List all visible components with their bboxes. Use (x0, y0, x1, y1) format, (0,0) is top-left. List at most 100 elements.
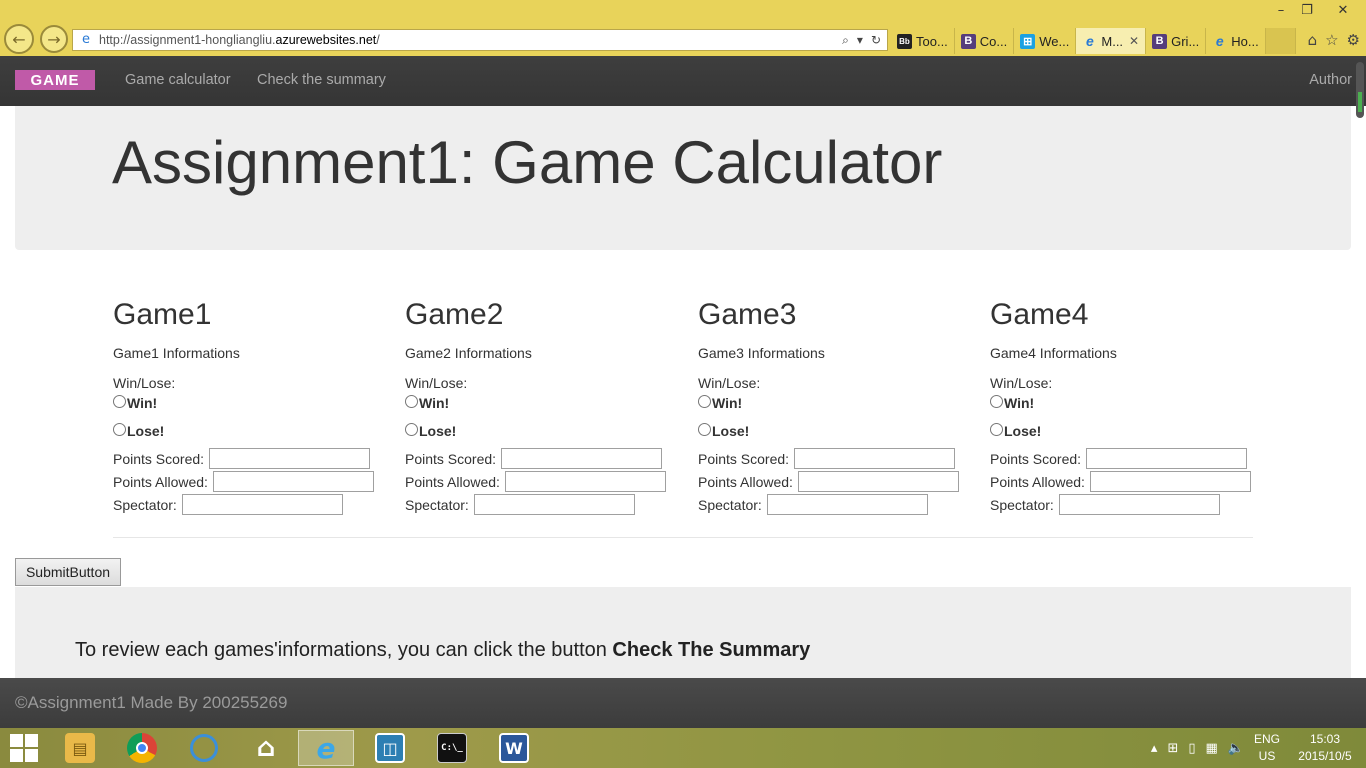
points-allowed-label: Points Allowed: (405, 473, 500, 490)
settings-gear-icon[interactable]: ⚙ (1347, 31, 1360, 49)
submit-button[interactable]: SubmitButton (15, 558, 121, 586)
browser-tab[interactable]: Bb Too... (891, 28, 955, 54)
points-allowed-input[interactable] (1089, 471, 1251, 492)
tab-close-icon[interactable]: ✕ (1129, 34, 1139, 48)
points-scored-input[interactable] (501, 448, 663, 469)
review-text-body: To review each games'informations, you c… (75, 639, 613, 661)
points-allowed-label: Points Allowed: (990, 473, 1085, 490)
win-lose-label: Win/Lose: (698, 375, 761, 391)
scrollbar-grip (1358, 92, 1362, 112)
file-explorer-taskbar-icon[interactable]: ▤ (52, 730, 108, 766)
chrome-taskbar-icon[interactable] (114, 730, 170, 766)
win-lose-label: Win/Lose: (113, 375, 176, 391)
language-indicator[interactable]: ENG US (1254, 731, 1280, 765)
home-taskbar-icon[interactable]: ⌂ (238, 730, 294, 766)
win-radio[interactable] (698, 394, 711, 408)
tab-label: Gri... (1171, 33, 1200, 49)
new-tab-button[interactable] (1265, 28, 1296, 54)
win-radio[interactable] (990, 394, 1003, 408)
game-title: Game1 (113, 298, 212, 331)
back-button[interactable]: ← (4, 24, 34, 54)
restore-button[interactable]: ❐ (1294, 0, 1320, 20)
windows-tab-icon: ⊞ (1020, 33, 1036, 49)
jumbotron: Assignment1: Game Calculator (15, 106, 1351, 250)
points-allowed-input[interactable] (797, 471, 959, 492)
taskbar-clock[interactable]: 15:03 2015/10/5 (1290, 731, 1360, 765)
win-radio[interactable] (113, 394, 126, 408)
win-label: Win! (1004, 395, 1035, 411)
tray-volume-icon[interactable]: 🔈 (1228, 741, 1244, 756)
ie-tab-icon: e (1085, 33, 1094, 49)
close-window-button[interactable]: ✕ (1320, 0, 1366, 20)
lose-label: Lose! (127, 423, 165, 439)
browser-tab[interactable]: e Ho... (1206, 28, 1266, 54)
url-prefix: http://assignment1-hongliangliu. (99, 33, 276, 47)
dropdown-icon[interactable]: ▾ (857, 33, 863, 48)
tray-network-icon[interactable]: ▦ (1206, 741, 1218, 756)
spectator-input[interactable] (1058, 494, 1220, 515)
game-title: Game3 (698, 298, 797, 331)
spectator-label: Spectator: (698, 496, 762, 513)
nav-link-game-calculator[interactable]: Game calculator (125, 72, 231, 88)
points-scored-label: Points Scored: (698, 450, 790, 467)
nav-link-author[interactable]: Author (1309, 72, 1352, 88)
game-info: Game1 Informations (113, 345, 240, 361)
win-label: Win! (419, 395, 450, 411)
minimize-button[interactable]: – (1268, 0, 1294, 20)
game-info: Game4 Informations (990, 345, 1117, 361)
review-panel: To review each games'informations, you c… (15, 587, 1351, 678)
lose-radio[interactable] (405, 422, 418, 436)
site-footer: ©Assignment1 Made By 200255269 (0, 678, 1366, 728)
tray-device-icon[interactable]: ▯ (1188, 741, 1195, 756)
lose-radio[interactable] (990, 422, 1003, 436)
points-scored-input[interactable] (1086, 448, 1248, 469)
word-app-taskbar-icon[interactable]: W (486, 730, 542, 766)
system-tray: ▴ ⊞ ▯ ▦ 🔈 ENG US 15:03 2015/10/5 (1151, 728, 1360, 768)
game-panel-3: Game3 Game3 Informations Win/Lose: Win! … (698, 298, 978, 515)
win-label: Win! (127, 395, 158, 411)
points-scored-input[interactable] (794, 448, 956, 469)
spectator-label: Spectator: (990, 496, 1054, 513)
spectator-input[interactable] (473, 494, 635, 515)
win-label: Win! (712, 395, 743, 411)
page-scrollbar[interactable] (1354, 56, 1366, 120)
review-text: To review each games'informations, you c… (75, 639, 810, 662)
spectator-input[interactable] (181, 494, 343, 515)
brand-logo[interactable]: GAME (15, 70, 95, 90)
address-bar[interactable]: e http://assignment1-hongliangliu. azurew… (72, 29, 888, 51)
internet-explorer-taskbar-icon[interactable]: e (298, 730, 354, 766)
points-allowed-label: Points Allowed: (113, 473, 208, 490)
nav-link-check-summary[interactable]: Check the summary (257, 72, 386, 88)
refresh-icon[interactable]: ↻ (871, 33, 881, 48)
favorites-star-icon[interactable]: ☆ (1325, 31, 1338, 49)
app-square-taskbar-icon[interactable]: ◫ (362, 730, 418, 766)
points-scored-input[interactable] (209, 448, 371, 469)
browser-tab[interactable]: e M... ✕ (1076, 28, 1147, 54)
lose-radio[interactable] (113, 422, 126, 436)
footer-text: ©Assignment1 Made By 200255269 (15, 693, 288, 712)
lose-radio[interactable] (698, 422, 711, 436)
spectator-input[interactable] (766, 494, 928, 515)
lose-label: Lose! (1004, 423, 1042, 439)
win-radio[interactable] (405, 394, 418, 408)
site-tab-icon: B (960, 33, 976, 49)
browser-tab[interactable]: ⊞ We... (1014, 28, 1077, 54)
points-allowed-input[interactable] (212, 471, 374, 492)
browser-chrome: – ❐ ✕ ← → e http://assignment1-hongliang… (0, 0, 1366, 56)
start-button-windows-icon[interactable] (10, 734, 38, 762)
points-allowed-input[interactable] (504, 471, 666, 492)
tray-windows-icon[interactable]: ⊞ (1167, 741, 1178, 756)
divider (113, 537, 1253, 538)
tab-strip: Bb Too... B Co... ⊞ We... e M... ✕ B Gri... e Ho... (891, 28, 1296, 54)
forward-button[interactable]: → (40, 25, 68, 53)
cmd-taskbar-icon[interactable]: C:\_ (424, 730, 480, 766)
url-suffix: / (376, 33, 380, 47)
home-icon[interactable]: ⌂ (1308, 31, 1318, 49)
search-icon[interactable]: ⌕ (842, 33, 849, 48)
onedrive-taskbar-icon[interactable] (176, 730, 232, 766)
tray-overflow-icon[interactable]: ▴ (1151, 741, 1158, 756)
browser-tab[interactable]: B Gri... (1146, 28, 1207, 54)
browser-tab[interactable]: B Co... (954, 28, 1015, 54)
window-controls: – ❐ ✕ (1268, 0, 1366, 22)
language-top: ENG (1253, 732, 1280, 746)
